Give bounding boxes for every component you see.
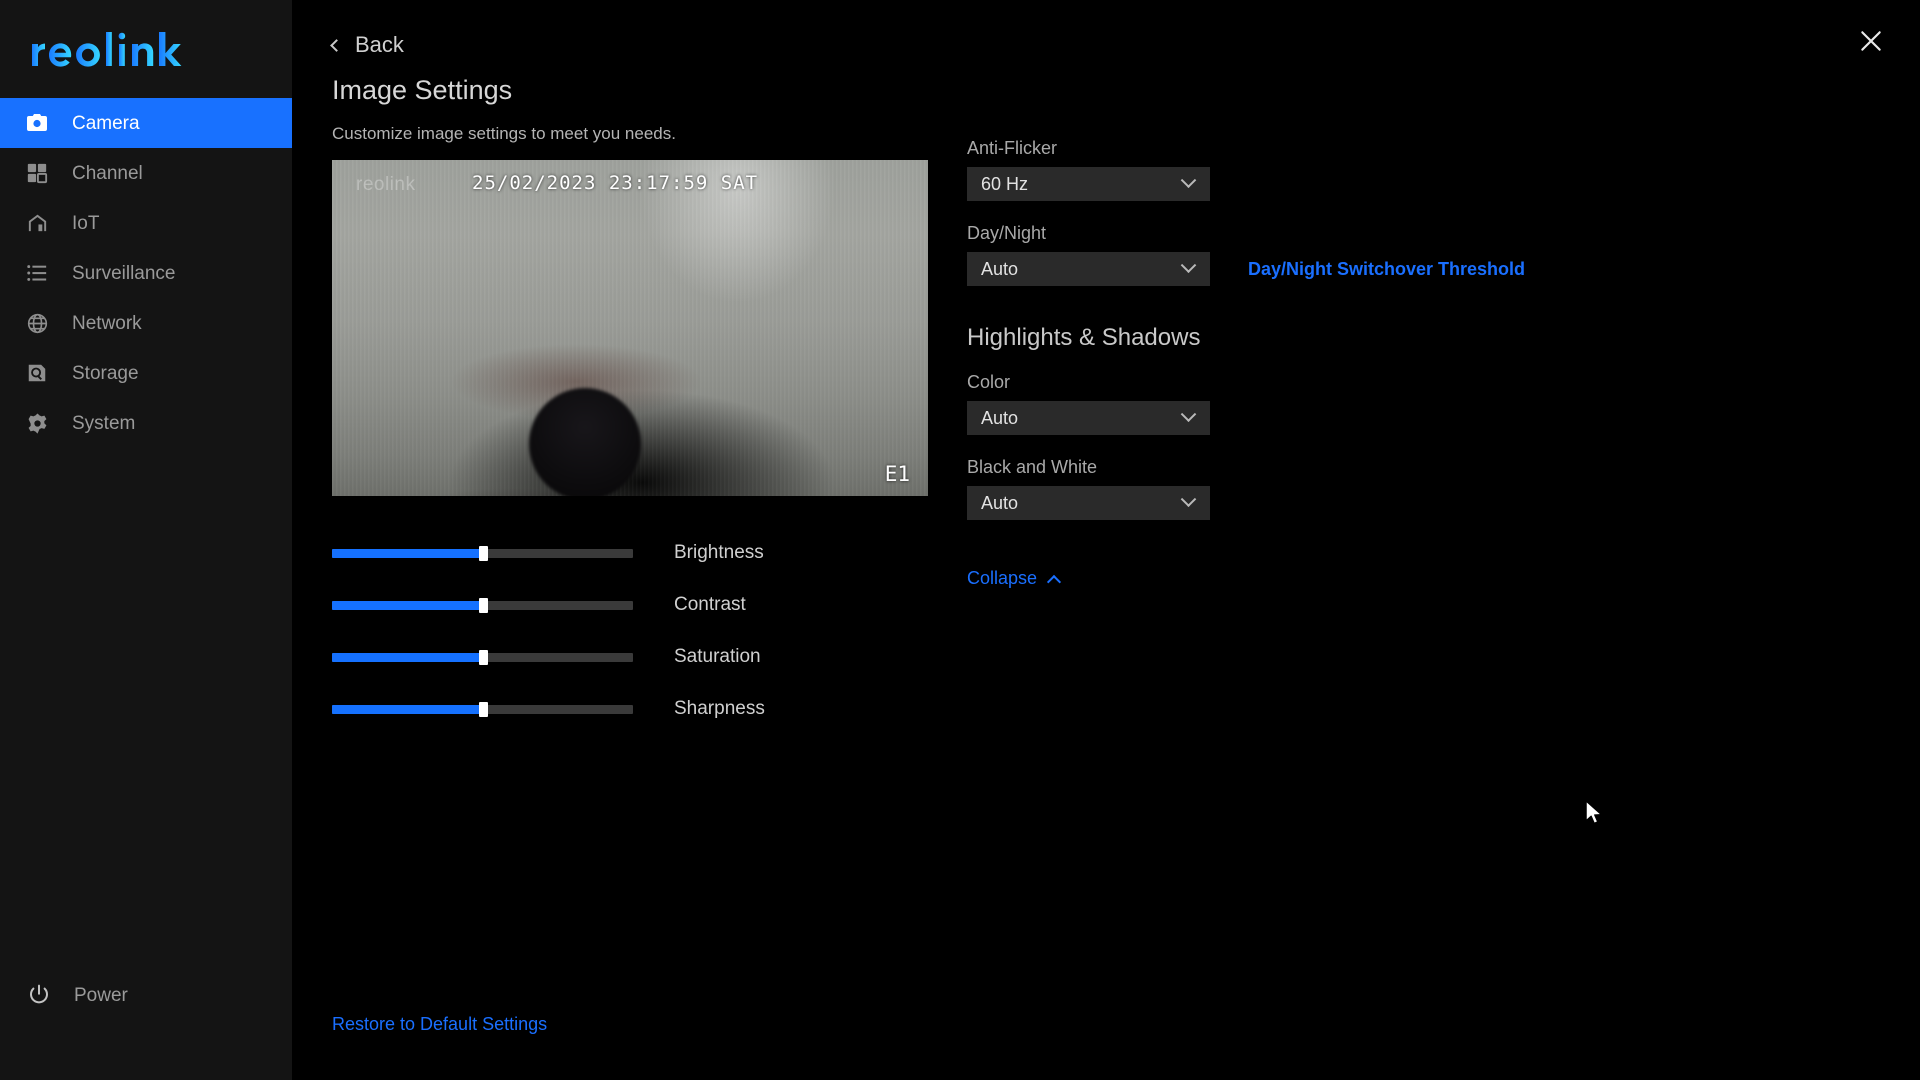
color-select[interactable]: Auto [967,401,1210,435]
close-button[interactable] [1854,24,1888,58]
highlights-shadows-heading: Highlights & Shadows [967,324,1201,351]
chevron-down-icon [1180,405,1197,422]
sidebar-item-channel[interactable]: Channel [0,148,292,198]
slider-fill [332,548,483,558]
day-night-select[interactable]: Auto [967,252,1210,286]
sidebar-item-camera[interactable]: Camera [0,98,292,148]
mouse-cursor [1585,800,1602,824]
anti-flicker-value: 60 Hz [981,173,1029,194]
sidebar-item-label: Storage [72,362,139,384]
anti-flicker-select[interactable]: 60 Hz [967,167,1210,201]
sidebar-item-label: Network [72,312,142,334]
chevron-left-icon [330,38,343,52]
sidebar-nav: Camera Channel IoT Surveillance Network … [0,98,292,448]
power-icon [26,982,52,1008]
collapse-button[interactable]: Collapse [967,568,1062,589]
list-icon [24,260,50,286]
globe-icon [24,310,50,336]
camera-icon [24,110,50,136]
sidebar-item-label: Channel [72,162,143,184]
camera-preview[interactable]: reolink 25/02/2023 23:17:59 SAT E1 [332,160,928,496]
back-label: Back [355,32,404,57]
slider-fill [332,600,483,610]
day-night-row: Auto Day/Night Switchover Threshold [967,252,1667,286]
slider-thumb[interactable] [478,545,488,561]
black-and-white-select[interactable]: Auto [967,486,1210,520]
chevron-down-icon [1180,256,1197,273]
day-night-switchover-threshold-link[interactable]: Day/Night Switchover Threshold [1248,259,1525,280]
gear-icon [24,410,50,436]
sidebar-item-label: Surveillance [72,262,176,284]
sidebar-item-storage[interactable]: Storage [0,348,292,398]
reolink-logo-icon [32,32,182,67]
slider-row-contrast: Contrast [332,579,892,631]
back-button[interactable]: Back [330,32,404,58]
slider-thumb[interactable] [478,597,488,613]
color-value: Auto [981,407,1019,428]
sidebar-item-label: System [72,412,136,434]
slider-row-sharpness: Sharpness [332,683,892,735]
sidebar-item-surveillance[interactable]: Surveillance [0,248,292,298]
collapse-label: Collapse [967,568,1038,588]
preview-timestamp: 25/02/2023 23:17:59 SAT [472,172,759,194]
sidebar-item-network[interactable]: Network [0,298,292,348]
color-label: Color [967,372,1011,392]
black-and-white-label: Black and White [967,457,1098,477]
sharpness-slider[interactable] [332,701,633,717]
image-sliders: Brightness Contrast Saturation Sharpness [332,527,892,735]
page-subtitle: Customize image settings to meet you nee… [332,124,676,143]
slider-fill [332,704,483,714]
slider-label: Saturation [674,646,761,667]
sidebar: Camera Channel IoT Surveillance Network … [0,0,292,1080]
preview-channel-label: E1 [884,462,910,486]
slider-thumb[interactable] [478,701,488,717]
preview-watermark: reolink [356,174,416,195]
chevron-down-icon [1180,171,1197,188]
sidebar-item-iot[interactable]: IoT [0,198,292,248]
slider-row-brightness: Brightness [332,527,892,579]
slider-label: Contrast [674,594,746,615]
close-icon [1861,31,1881,51]
sidebar-item-system[interactable]: System [0,398,292,448]
chevron-up-icon [1046,574,1062,589]
slider-fill [332,652,483,662]
black-and-white-value: Auto [981,492,1019,513]
slider-thumb[interactable] [478,649,488,665]
home-icon [24,210,50,236]
day-night-value: Auto [981,258,1019,279]
grid-icon [24,160,50,186]
brightness-slider[interactable] [332,545,633,561]
image-settings-screen: Camera Channel IoT Surveillance Network … [0,0,1920,1080]
slider-row-saturation: Saturation [332,631,892,683]
sidebar-item-power[interactable]: Power [0,970,292,1020]
anti-flicker-label: Anti-Flicker [967,138,1058,158]
page-title: Image Settings [332,75,513,105]
slider-label: Sharpness [674,698,765,719]
restore-defaults-button[interactable]: Restore to Default Settings [332,1014,547,1035]
contrast-slider[interactable] [332,597,633,613]
main-content: Back Image Settings Customize image sett… [292,0,1920,1080]
brand-logo [0,0,292,88]
sidebar-power-label: Power [74,984,128,1006]
chevron-down-icon [1180,490,1197,507]
settings-column: Anti-Flicker 60 Hz Day/Night Auto Day/Ni… [967,138,1667,589]
preview-object [528,388,641,496]
storage-icon [24,360,50,386]
day-night-label: Day/Night [967,223,1047,243]
sidebar-item-label: IoT [72,212,100,234]
saturation-slider[interactable] [332,649,633,665]
slider-label: Brightness [674,542,764,563]
sidebar-item-label: Camera [72,112,140,134]
